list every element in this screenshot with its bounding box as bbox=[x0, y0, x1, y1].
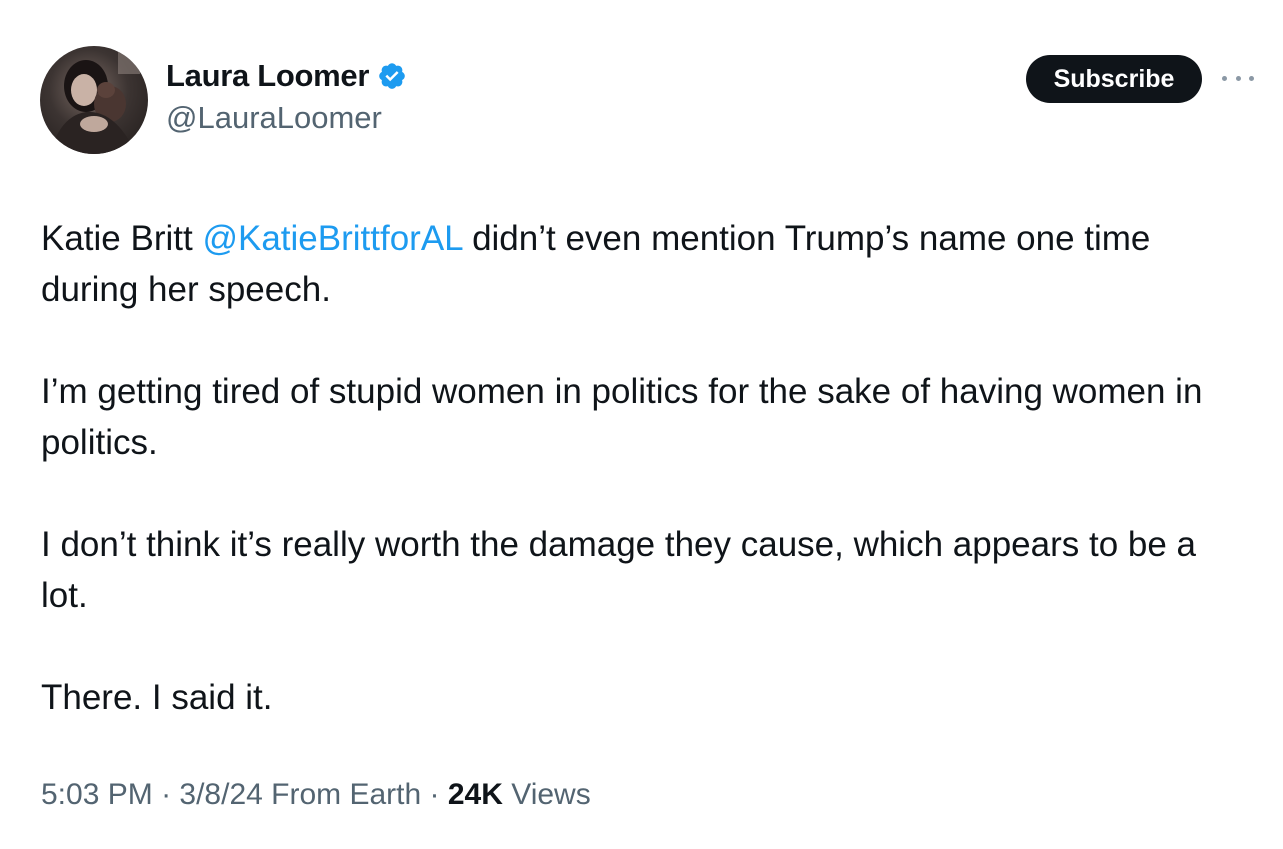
meta-separator: · bbox=[152, 778, 180, 811]
author-display-name[interactable]: Laura Loomer bbox=[166, 58, 369, 94]
tweet-card: Laura Loomer @LauraLoomer Subscribe Kati… bbox=[0, 0, 1283, 849]
mention-link[interactable]: @KatieBrittforAL bbox=[202, 219, 462, 258]
author-name-row: Laura Loomer bbox=[166, 58, 407, 94]
tweet-paragraph-2: I’m getting tired of stupid women in pol… bbox=[41, 372, 1203, 462]
author-handle[interactable]: @LauraLoomer bbox=[166, 100, 382, 136]
meta-separator: · bbox=[421, 778, 448, 811]
avatar-photo-icon bbox=[50, 52, 140, 154]
verified-badge-icon[interactable] bbox=[377, 61, 407, 91]
tweet-paragraph-1: Katie Britt @KatieBrittforAL didn’t even… bbox=[41, 213, 1251, 315]
tweet-meta: 5:03 PM · 3/8/24 From Earth · 24K Views bbox=[41, 778, 591, 812]
dot bbox=[1222, 75, 1227, 81]
views-label: Views bbox=[502, 778, 591, 811]
tweet-paragraph-4: There. I said it. bbox=[41, 678, 273, 717]
avatar[interactable] bbox=[40, 46, 148, 154]
tweet-text-prefix: Katie Britt bbox=[41, 219, 203, 258]
tweet-date-source[interactable]: 3/8/24 From Earth bbox=[179, 778, 421, 811]
tweet-text: Katie Britt @KatieBrittforAL didn’t even… bbox=[41, 213, 1251, 723]
tweet-time[interactable]: 5:03 PM bbox=[41, 778, 153, 811]
tweet-paragraph-3: I don’t think it’s really worth the dama… bbox=[41, 525, 1197, 615]
more-options-icon[interactable] bbox=[1222, 66, 1254, 90]
dot bbox=[1235, 75, 1241, 81]
subscribe-button[interactable]: Subscribe bbox=[1026, 55, 1202, 103]
views-count[interactable]: 24K bbox=[448, 778, 503, 811]
dot bbox=[1249, 75, 1254, 81]
